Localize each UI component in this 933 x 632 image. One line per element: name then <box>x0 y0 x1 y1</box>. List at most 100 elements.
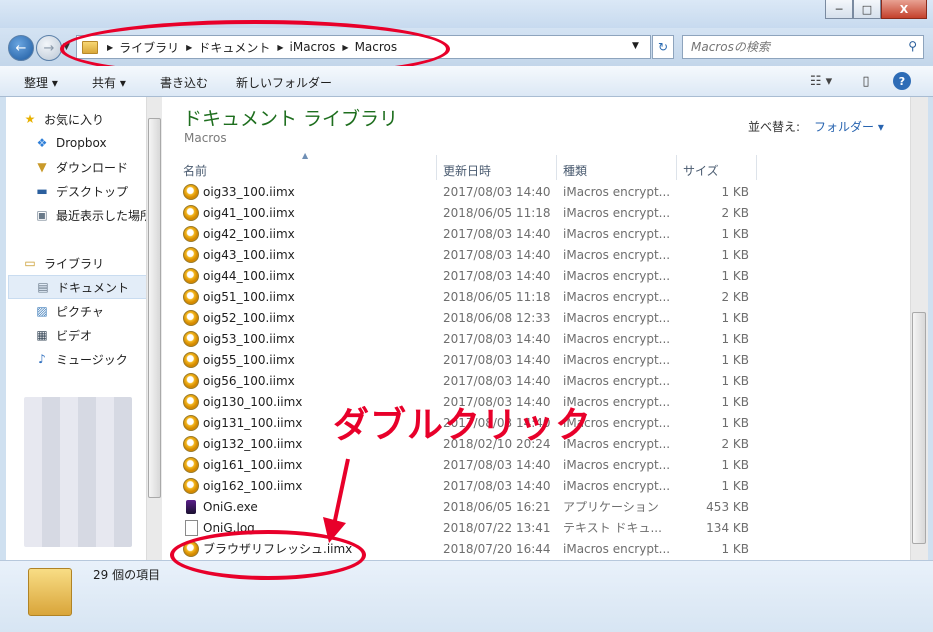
file-name: oig55_100.iimx <box>203 352 295 367</box>
sidebar-item-label: ビデオ <box>56 328 93 343</box>
imacros-file-icon <box>183 372 199 389</box>
sidebar-item-label: お気に入り <box>44 112 105 127</box>
file-row[interactable]: oig51_100.iimx 2018/06/05 11:18 iMacros en… <box>183 286 763 307</box>
file-type: iMacros encrypt... <box>563 184 671 199</box>
file-row[interactable]: oig44_100.iimx 2017/08/03 14:40 iMacros en… <box>183 265 763 286</box>
help-icon[interactable]: ? <box>893 72 911 90</box>
imacros-file-icon <box>183 267 199 284</box>
new-folder-button[interactable]: 新しいフォルダー <box>236 74 332 91</box>
documents-icon: ▤ <box>37 280 49 294</box>
file-size: 2 KB <box>721 436 749 451</box>
column-header-type[interactable]: 種類 <box>563 160 673 180</box>
sidebar-item-dropbox[interactable]: ❖ Dropbox <box>34 132 146 154</box>
file-name: oig43_100.iimx <box>203 247 295 262</box>
desktop-icon: ▬ <box>36 184 48 198</box>
file-row[interactable]: oig52_100.iimx 2018/06/08 12:33 iMacros en… <box>183 307 763 328</box>
column-divider[interactable] <box>676 155 677 180</box>
file-row[interactable]: OniG.exe 2018/06/05 16:21 アプリケーション 453 KB <box>183 496 763 517</box>
column-header-name[interactable]: 名前 <box>183 160 433 180</box>
sidebar-item-documents[interactable]: ▤ ドキュメント <box>8 275 146 299</box>
maximize-button[interactable]: □ <box>853 0 881 19</box>
dropbox-icon: ❖ <box>36 136 48 150</box>
forward-arrow-icon: → <box>43 40 55 56</box>
column-divider[interactable] <box>436 155 437 180</box>
forward-button[interactable]: → <box>36 35 62 61</box>
file-name-cell: oig161_100.iimx <box>183 456 302 473</box>
file-name-cell: oig41_100.iimx <box>183 204 295 221</box>
file-name-cell: oig43_100.iimx <box>183 246 295 263</box>
file-type: iMacros encrypt... <box>563 247 671 262</box>
file-name: oig53_100.iimx <box>203 331 295 346</box>
sidebar-item-pictures[interactable]: ▨ ピクチャ <box>34 300 146 322</box>
imacros-file-icon <box>183 246 199 263</box>
sidebar-item-desktop[interactable]: ▬ デスクトップ <box>34 180 146 202</box>
sidebar-item-label: ダウンロード <box>56 160 129 175</box>
file-name: oig132_100.iimx <box>203 436 303 451</box>
file-row[interactable]: oig56_100.iimx 2017/08/03 14:40 iMacros en… <box>183 370 763 391</box>
minimize-button[interactable]: ─ <box>825 0 853 19</box>
imacros-file-icon <box>183 393 199 410</box>
column-divider[interactable] <box>556 155 557 180</box>
file-name-cell: oig131_100.iimx <box>183 414 302 431</box>
view-options-icon[interactable]: ☷ ▾ <box>804 72 838 90</box>
sort-ascending-icon: ▲ <box>302 151 309 160</box>
sidebar-item-downloads[interactable]: ▼ ダウンロード <box>34 156 146 178</box>
file-row[interactable]: oig162_100.iimx 2017/08/03 14:40 iMacros e… <box>183 475 763 496</box>
sidebar-item-recent-places[interactable]: ▣ 最近表示した場所 <box>34 204 146 226</box>
navigation-scrollbar-thumb[interactable] <box>148 118 161 498</box>
burn-button[interactable]: 書き込む <box>160 74 208 91</box>
arrange-by-dropdown[interactable]: フォルダー ▾ <box>814 118 884 135</box>
file-type: iMacros encrypt... <box>563 310 671 325</box>
file-row[interactable]: oig43_100.iimx 2017/08/03 14:40 iMacros en… <box>183 244 763 265</box>
library-icon: ▭ <box>24 256 36 270</box>
organize-button[interactable]: 整理 ▾ <box>24 74 58 91</box>
file-size: 1 KB <box>721 247 749 262</box>
file-name-cell: OniG.exe <box>183 499 258 515</box>
file-size: 1 KB <box>721 541 749 556</box>
file-name-cell: oig44_100.iimx <box>183 267 295 284</box>
file-size: 134 KB <box>706 520 749 535</box>
back-button[interactable]: ← <box>8 35 34 61</box>
file-date: 2017/08/03 14:40 <box>443 457 551 472</box>
file-row[interactable]: oig53_100.iimx 2017/08/03 14:40 iMacros en… <box>183 328 763 349</box>
file-type: iMacros encrypt... <box>563 331 671 346</box>
search-input[interactable] <box>689 39 903 55</box>
file-name: oig52_100.iimx <box>203 310 295 325</box>
imacros-file-icon <box>183 225 199 242</box>
file-row[interactable]: oig42_100.iimx 2017/08/03 14:40 iMacros en… <box>183 223 763 244</box>
preview-pane-icon[interactable]: ▯ <box>857 72 875 90</box>
item-count: 29 個の項目 <box>93 568 161 582</box>
sidebar-item-label: ミュージック <box>56 352 128 367</box>
address-dropdown-icon[interactable]: ▼ <box>632 41 639 51</box>
file-name-cell: oig33_100.iimx <box>183 183 295 200</box>
navigation-pane: ★ お気に入り ❖ Dropbox ▼ ダウンロード ▬ デスクトップ ▣ 最近… <box>6 97 146 560</box>
column-header-label: 種類 <box>563 163 588 178</box>
file-date: 2018/07/20 16:44 <box>443 541 551 556</box>
sidebar-libraries[interactable]: ▭ ライブラリ <box>22 252 146 274</box>
column-header-date[interactable]: 更新日時 <box>443 160 553 180</box>
search-box[interactable]: ⚲ <box>682 35 924 59</box>
file-name-cell: oig51_100.iimx <box>183 288 295 305</box>
file-row[interactable]: oig33_100.iimx 2017/08/03 14:40 iMacros en… <box>183 181 763 202</box>
sidebar-item-music[interactable]: ♪ ミュージック <box>34 348 146 370</box>
file-name: oig41_100.iimx <box>203 205 295 220</box>
file-row[interactable]: oig55_100.iimx 2017/08/03 14:40 iMacros en… <box>183 349 763 370</box>
file-type: iMacros encrypt... <box>563 541 671 556</box>
file-type: テキスト ドキュ... <box>563 521 662 535</box>
library-subtitle: Macros <box>184 131 227 145</box>
pictures-icon: ▨ <box>36 304 48 318</box>
sidebar-item-videos[interactable]: ▦ ビデオ <box>34 324 146 346</box>
file-type: iMacros encrypt... <box>563 478 671 493</box>
file-list-scrollbar-thumb[interactable] <box>912 312 926 544</box>
file-row[interactable]: oig41_100.iimx 2018/06/05 11:18 iMacros en… <box>183 202 763 223</box>
close-button[interactable]: X <box>881 0 927 19</box>
refresh-button[interactable]: ↻ <box>652 35 674 59</box>
file-date: 2017/08/03 14:40 <box>443 268 551 283</box>
imacros-file-icon <box>183 204 199 221</box>
sidebar-favorites[interactable]: ★ お気に入り <box>22 108 146 130</box>
column-header-size[interactable]: サイズ <box>683 160 753 180</box>
share-button[interactable]: 共有 ▾ <box>92 74 126 91</box>
column-divider[interactable] <box>756 155 757 180</box>
file-row[interactable]: oig161_100.iimx 2017/08/03 14:40 iMacros e… <box>183 454 763 475</box>
search-icon[interactable]: ⚲ <box>908 39 917 53</box>
